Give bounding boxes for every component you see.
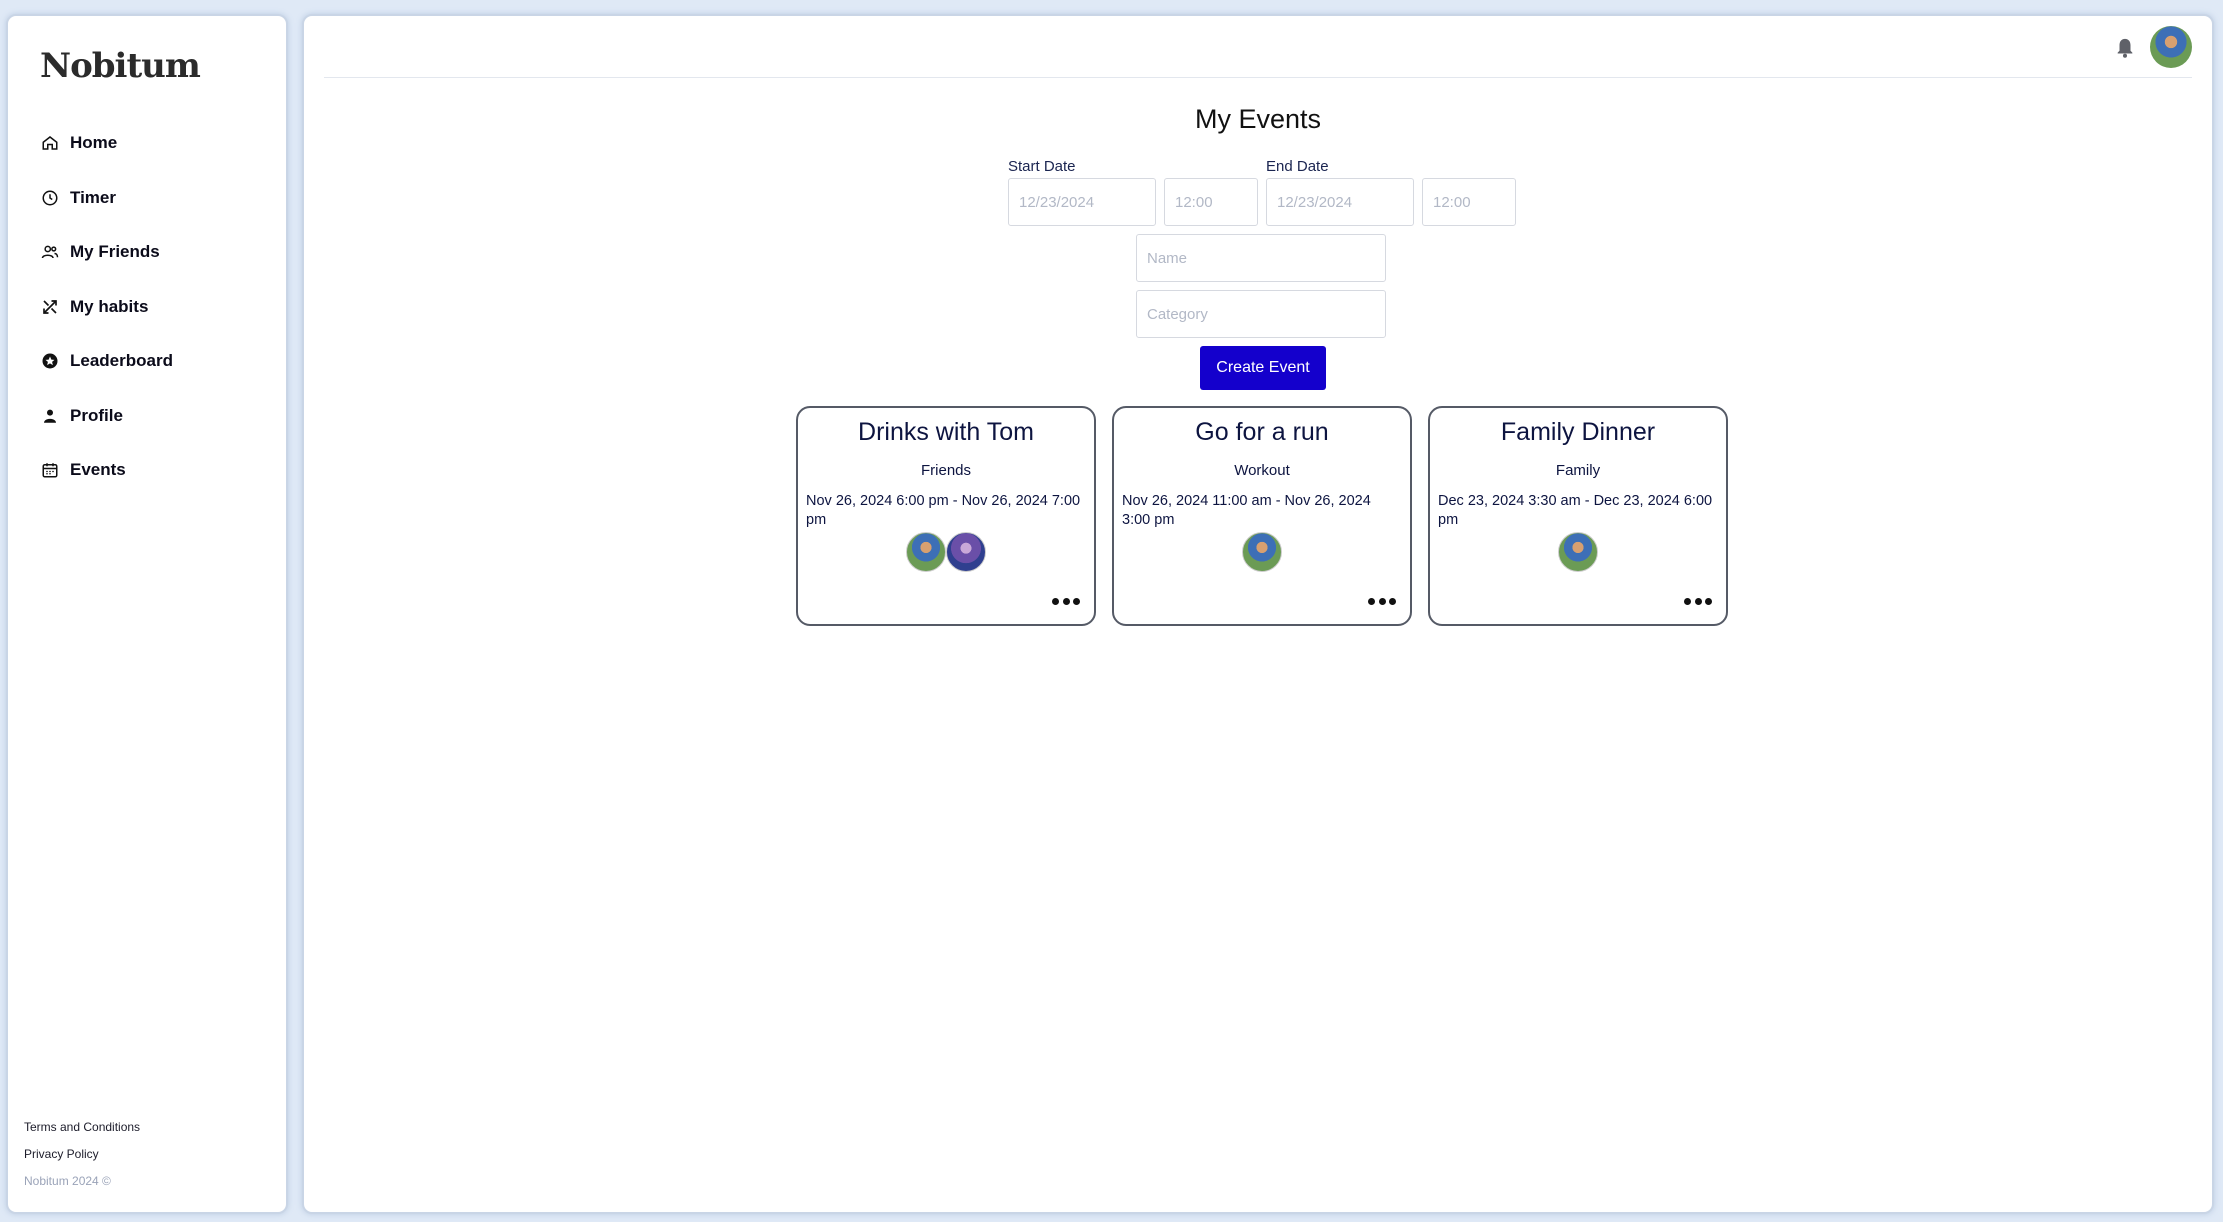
sidebar-item-my-friends[interactable]: My Friends (40, 225, 173, 280)
sidebar-item-label: Events (70, 460, 126, 480)
bell-icon[interactable] (2114, 36, 2136, 60)
calendar-icon (40, 460, 60, 480)
event-category: Workout (1234, 462, 1290, 479)
name-input[interactable]: Name (1136, 234, 1386, 282)
more-options-icon[interactable] (1052, 598, 1080, 606)
main-panel: My Events Start Date End Date 12/23/2024… (302, 14, 2214, 1214)
sidebar-nav: Home Timer My Friends My habits Leaderbo… (40, 116, 173, 498)
start-date-label: Start Date (1008, 158, 1076, 175)
logo[interactable]: Nobitum (40, 46, 201, 86)
top-bar (324, 16, 2192, 78)
more-options-icon[interactable] (1684, 598, 1712, 606)
clock-icon (40, 188, 60, 208)
event-title: Go for a run (1195, 418, 1329, 446)
sidebar-item-events[interactable]: Events (40, 443, 173, 498)
avatar[interactable] (946, 532, 986, 572)
event-title: Family Dinner (1500, 418, 1656, 446)
end-date-label: End Date (1266, 158, 1329, 175)
sidebar-item-home[interactable]: Home (40, 116, 173, 171)
avatar[interactable] (1558, 532, 1598, 572)
sidebar-item-label: My habits (70, 296, 149, 316)
end-time-input[interactable]: 12:00 (1422, 178, 1516, 226)
habits-icon (40, 297, 60, 317)
category-input[interactable]: Category (1136, 290, 1386, 338)
sidebar-item-label: My Friends (70, 242, 160, 262)
event-participants (1430, 532, 1726, 572)
event-card[interactable]: Drinks with Tom Friends Nov 26, 2024 6:0… (796, 406, 1096, 626)
sidebar: Nobitum Home Timer My Friends My habits (6, 14, 288, 1214)
avatar[interactable] (1242, 532, 1282, 572)
terms-link[interactable]: Terms and Conditions (24, 1120, 140, 1134)
sidebar-footer: Terms and Conditions Privacy Policy Nobi… (24, 1107, 140, 1188)
create-event-button[interactable]: Create Event (1200, 346, 1326, 390)
event-dates: Nov 26, 2024 11:00 am - Nov 26, 2024 3:0… (1122, 493, 1371, 528)
copyright: Nobitum 2024 © (24, 1174, 111, 1188)
more-options-icon[interactable] (1368, 598, 1396, 606)
sidebar-item-my-habits[interactable]: My habits (40, 280, 173, 335)
start-date-input[interactable]: 12/23/2024 (1008, 178, 1156, 226)
start-time-input[interactable]: 12:00 (1164, 178, 1258, 226)
avatar[interactable] (906, 532, 946, 572)
friends-icon (40, 242, 60, 262)
event-dates: Nov 26, 2024 6:00 pm - Nov 26, 2024 7:00… (806, 493, 1081, 528)
sidebar-item-label: Profile (70, 405, 123, 425)
person-icon (40, 406, 60, 426)
event-title: Drinks with Tom (858, 418, 1034, 446)
event-participants (798, 532, 1094, 572)
sidebar-item-timer[interactable]: Timer (40, 171, 173, 226)
sidebar-item-leaderboard[interactable]: Leaderboard (40, 334, 173, 389)
sidebar-item-profile[interactable]: Profile (40, 389, 173, 444)
event-category: Friends (920, 462, 972, 479)
home-icon (40, 133, 60, 153)
sidebar-item-label: Timer (70, 187, 116, 207)
page-title: My Events (1194, 104, 1322, 134)
sidebar-item-label: Leaderboard (70, 351, 173, 371)
star-icon (40, 351, 60, 371)
event-participants (1114, 532, 1410, 572)
sidebar-item-label: Home (70, 133, 118, 153)
privacy-link[interactable]: Privacy Policy (24, 1147, 140, 1161)
event-card[interactable]: Family Dinner Family Dec 23, 2024 3:30 a… (1428, 406, 1728, 626)
event-category: Family (1555, 462, 1601, 479)
user-avatar[interactable] (2150, 26, 2192, 68)
end-date-input[interactable]: 12/23/2024 (1266, 178, 1414, 226)
event-card[interactable]: Go for a run Workout Nov 26, 2024 11:00 … (1112, 406, 1412, 626)
event-dates: Dec 23, 2024 3:30 am - Dec 23, 2024 6:00… (1438, 493, 1713, 528)
